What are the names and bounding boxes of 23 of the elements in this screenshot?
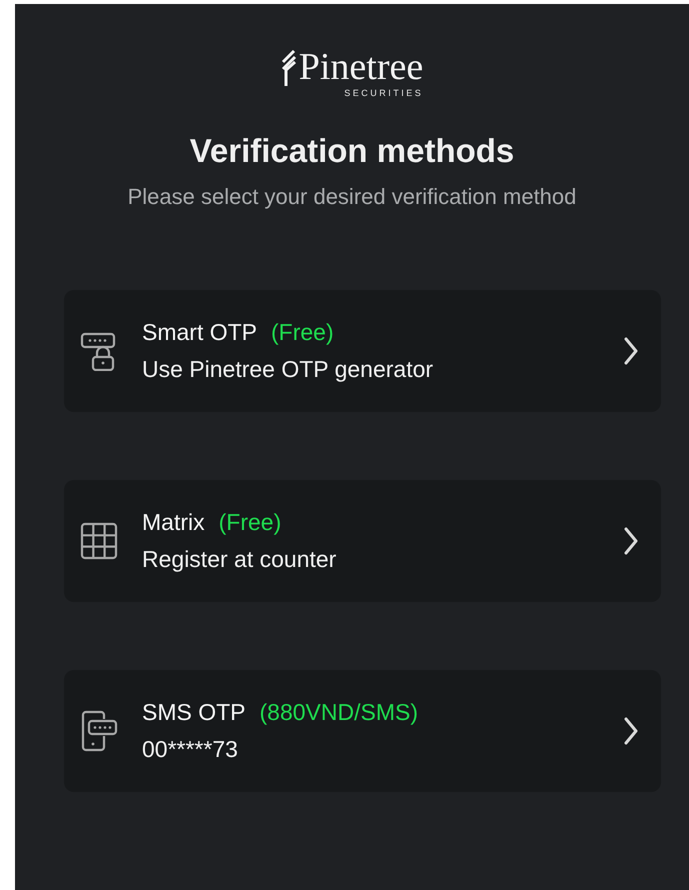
method-name: Matrix	[142, 509, 205, 536]
method-price: (Free)	[218, 509, 282, 536]
page-subtitle: Please select your desired verification method	[128, 184, 576, 210]
method-detail: Register at counter	[142, 546, 338, 573]
method-price: (Free)	[271, 319, 334, 346]
grid-icon	[80, 522, 118, 560]
chevron-right-icon	[623, 526, 639, 556]
logo-tagline: SECURITIES	[344, 88, 424, 98]
method-card[interactable]: Matrix (Free) Register at counter	[64, 480, 661, 602]
method-price: (880VND/SMS)	[260, 699, 418, 726]
logo-wordmark: Pinetree	[298, 48, 424, 86]
chevron-right-icon	[623, 716, 639, 746]
method-card[interactable]: SMS OTP (880VND/SMS) 00*****73	[64, 670, 661, 792]
phone-keypad-icon	[80, 710, 118, 752]
method-card[interactable]: Smart OTP (Free) Use Pinetree OTP generator	[64, 290, 661, 412]
leaf-stripes-icon	[280, 50, 297, 86]
method-name: SMS OTP	[142, 699, 246, 726]
method-detail: 00*****73	[142, 736, 239, 763]
method-detail: Use Pinetree OTP generator	[142, 356, 434, 383]
method-name: Smart OTP	[142, 319, 258, 346]
chevron-right-icon	[623, 336, 639, 366]
page-title: Verification methods	[190, 132, 514, 170]
keypad-lock-icon	[80, 331, 118, 371]
